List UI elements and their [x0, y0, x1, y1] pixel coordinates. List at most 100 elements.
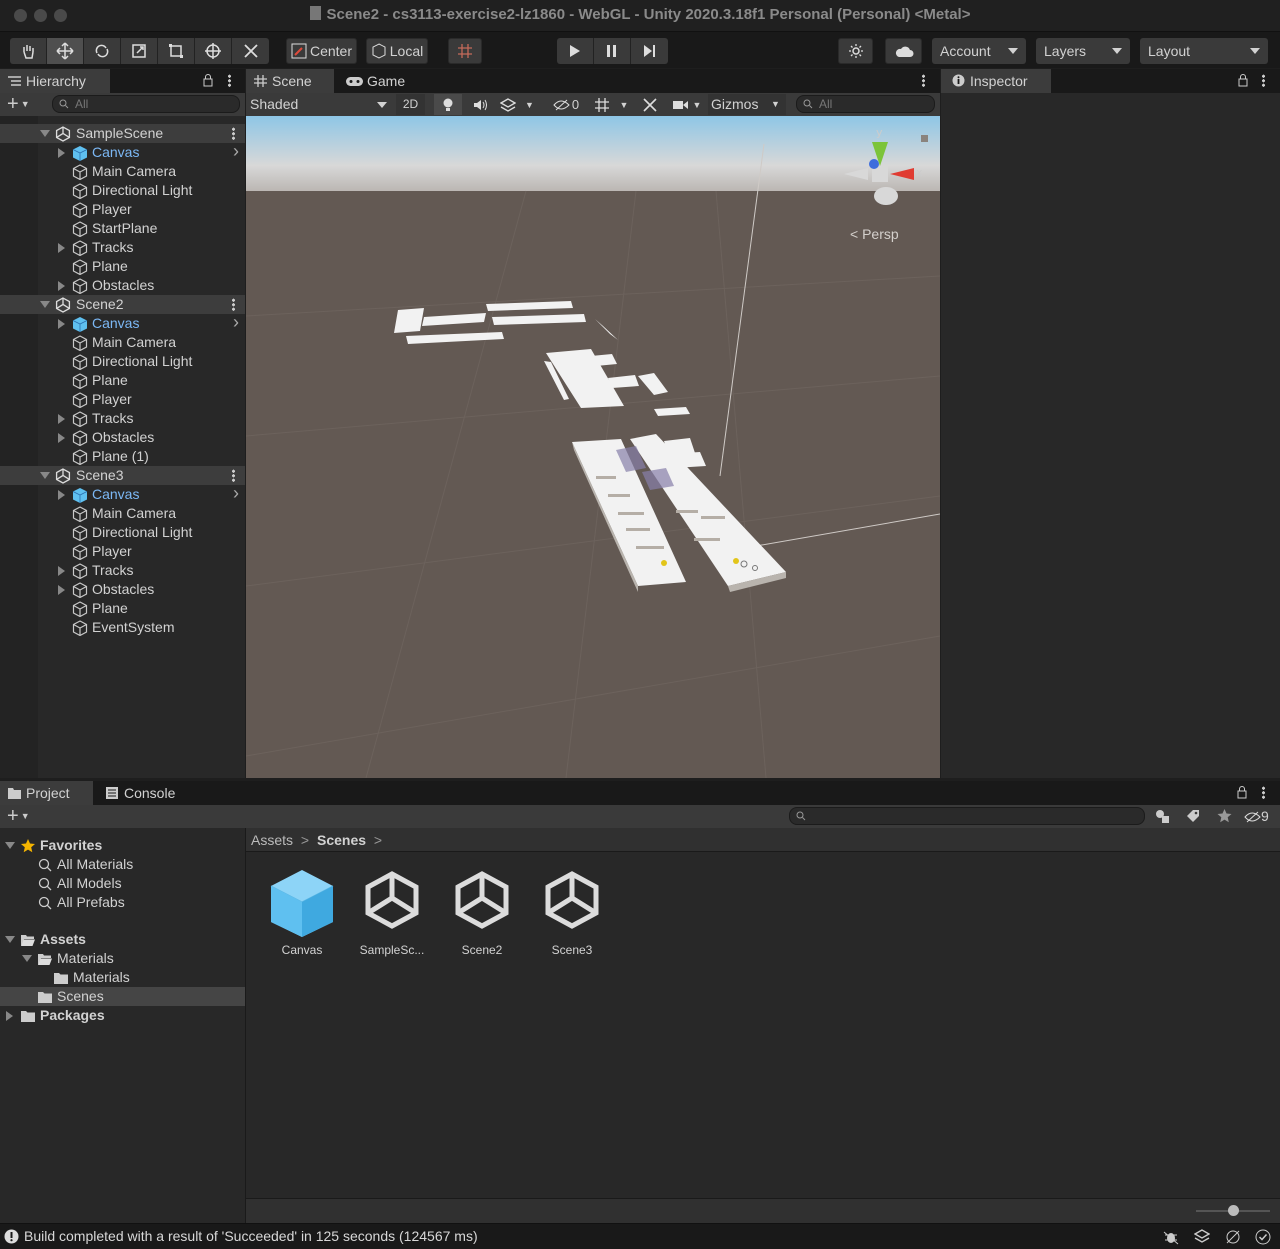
hierarchy-object-row[interactable]: Tracks: [0, 409, 245, 428]
check-circle-icon[interactable]: [1255, 1229, 1271, 1245]
pause-button[interactable]: [594, 38, 631, 64]
transform-tool-button[interactable]: [195, 38, 232, 64]
move-tool-button[interactable]: [47, 38, 84, 64]
hidden-packages-toggle[interactable]: 9: [1244, 807, 1269, 826]
rotate-tool-button[interactable]: [84, 38, 121, 64]
cloud-button[interactable]: [885, 38, 922, 64]
hierarchy-object-row[interactable]: Main Camera: [0, 333, 245, 352]
rect-tool-button[interactable]: [158, 38, 195, 64]
project-tree-item[interactable]: Assets: [0, 930, 245, 949]
project-tree-item[interactable]: Packages: [0, 1006, 245, 1025]
hierarchy-scene-row[interactable]: Scene3: [0, 466, 245, 485]
hierarchy-object-row[interactable]: Player: [0, 542, 245, 561]
effects-dropdown[interactable]: ▼: [496, 94, 538, 115]
project-search-input[interactable]: [789, 807, 1145, 825]
hierarchy-canvas-row[interactable]: › Canvas: [0, 313, 245, 333]
hierarchy-object-row[interactable]: Directional Light: [0, 352, 245, 371]
expand-toggle-icon[interactable]: [40, 472, 50, 479]
project-tree-item[interactable]: All Models: [0, 874, 245, 893]
search-by-type-icon[interactable]: [1155, 809, 1170, 824]
shading-mode-dropdown[interactable]: Shaded: [250, 95, 390, 114]
custom-tool-button[interactable]: [232, 38, 269, 64]
hierarchy-object-row[interactable]: Player: [0, 200, 245, 219]
hierarchy-object-row[interactable]: Tracks: [0, 238, 245, 257]
create-asset-button[interactable]: + ▼: [7, 806, 30, 826]
hierarchy-object-row[interactable]: Directional Light: [0, 523, 245, 542]
expand-toggle-icon[interactable]: [58, 243, 65, 253]
hierarchy-object-row[interactable]: Main Camera: [0, 162, 245, 181]
2d-toggle-button[interactable]: 2D: [396, 94, 425, 115]
grid-snap-button[interactable]: [448, 38, 482, 64]
tab-hierarchy[interactable]: Hierarchy: [0, 69, 110, 93]
more-options-icon[interactable]: [1262, 786, 1265, 799]
hierarchy-object-row[interactable]: Obstacles: [0, 276, 245, 295]
pivot-local-button[interactable]: Local: [366, 38, 428, 64]
project-tree-item[interactable]: All Prefabs: [0, 893, 245, 912]
services-button[interactable]: [838, 38, 873, 64]
breadcrumb-scenes[interactable]: Scenes: [317, 832, 366, 848]
tab-scene[interactable]: Scene: [246, 69, 334, 93]
project-tree-item[interactable]: Scenes: [0, 987, 245, 1006]
hand-tool-button[interactable]: [10, 38, 47, 64]
hierarchy-object-row[interactable]: Plane: [0, 371, 245, 390]
step-button[interactable]: [631, 38, 668, 64]
globe-off-icon[interactable]: [1225, 1229, 1241, 1245]
play-button[interactable]: [557, 38, 594, 64]
hierarchy-object-row[interactable]: StartPlane: [0, 219, 245, 238]
hierarchy-object-row[interactable]: Plane: [0, 257, 245, 276]
expand-toggle-icon[interactable]: [5, 936, 15, 943]
expand-toggle-icon[interactable]: [58, 566, 65, 576]
star-filter-icon[interactable]: [1217, 808, 1232, 823]
account-dropdown[interactable]: Account: [932, 38, 1026, 64]
expand-toggle-icon[interactable]: [58, 490, 65, 500]
chevron-right-icon[interactable]: ›: [233, 142, 239, 161]
lock-icon[interactable]: [1237, 786, 1247, 799]
hierarchy-scene-row[interactable]: SampleScene: [0, 124, 245, 143]
expand-toggle-icon[interactable]: [5, 842, 15, 849]
tab-game[interactable]: Game: [338, 69, 418, 93]
expand-toggle-icon[interactable]: [58, 433, 65, 443]
status-message[interactable]: Build completed with a result of 'Succee…: [24, 1228, 478, 1244]
camera-settings-dropdown[interactable]: ▼: [668, 94, 706, 115]
scene-search-input[interactable]: All: [796, 95, 935, 113]
hierarchy-object-row[interactable]: Main Camera: [0, 504, 245, 523]
more-options-icon[interactable]: [1262, 74, 1265, 87]
orientation-gizmo[interactable]: y x: [838, 124, 934, 220]
expand-toggle-icon[interactable]: [58, 148, 65, 158]
scale-tool-button[interactable]: [121, 38, 158, 64]
expand-toggle-icon[interactable]: [58, 319, 65, 329]
grid-toggle-dropdown[interactable]: ▼: [590, 94, 632, 115]
scene-viewport[interactable]: y x < Persp: [246, 116, 940, 778]
project-tree-item[interactable]: Materials: [0, 949, 245, 968]
debug-bug-icon[interactable]: [1163, 1229, 1179, 1245]
layers-stack-icon[interactable]: [1194, 1229, 1210, 1245]
hierarchy-scene-row[interactable]: Scene2: [0, 295, 245, 314]
tab-project[interactable]: Project: [0, 781, 93, 805]
project-tree-item[interactable]: Favorites: [0, 836, 245, 855]
icon-size-slider-handle[interactable]: [1228, 1205, 1239, 1216]
pivot-center-button[interactable]: Center: [286, 38, 357, 64]
tab-inspector[interactable]: Inspector: [941, 69, 1051, 93]
expand-toggle-icon[interactable]: [6, 1011, 13, 1021]
project-tree-item[interactable]: Materials: [0, 968, 245, 987]
expand-toggle-icon[interactable]: [58, 414, 65, 424]
hierarchy-object-row[interactable]: Obstacles: [0, 580, 245, 599]
chevron-right-icon[interactable]: ›: [233, 313, 239, 332]
hierarchy-object-row[interactable]: Directional Light: [0, 181, 245, 200]
hierarchy-canvas-row[interactable]: › Canvas: [0, 142, 245, 162]
tab-console[interactable]: Console: [98, 781, 188, 805]
hierarchy-object-row[interactable]: Tracks: [0, 561, 245, 580]
lighting-toggle-button[interactable]: [434, 94, 462, 115]
lock-icon[interactable]: [203, 74, 213, 87]
more-options-icon[interactable]: [922, 74, 925, 87]
persp-toggle[interactable]: < Persp: [850, 226, 899, 242]
lock-gizmo-icon[interactable]: [921, 135, 928, 142]
expand-toggle-icon[interactable]: [22, 955, 32, 962]
create-add-button[interactable]: + ▼: [7, 94, 30, 114]
lock-icon[interactable]: [1238, 74, 1248, 87]
more-options-icon[interactable]: [232, 127, 235, 140]
hierarchy-object-row[interactable]: Player: [0, 390, 245, 409]
layers-dropdown[interactable]: Layers: [1036, 38, 1130, 64]
expand-toggle-icon[interactable]: [58, 585, 65, 595]
hierarchy-canvas-row[interactable]: › Canvas: [0, 484, 245, 504]
